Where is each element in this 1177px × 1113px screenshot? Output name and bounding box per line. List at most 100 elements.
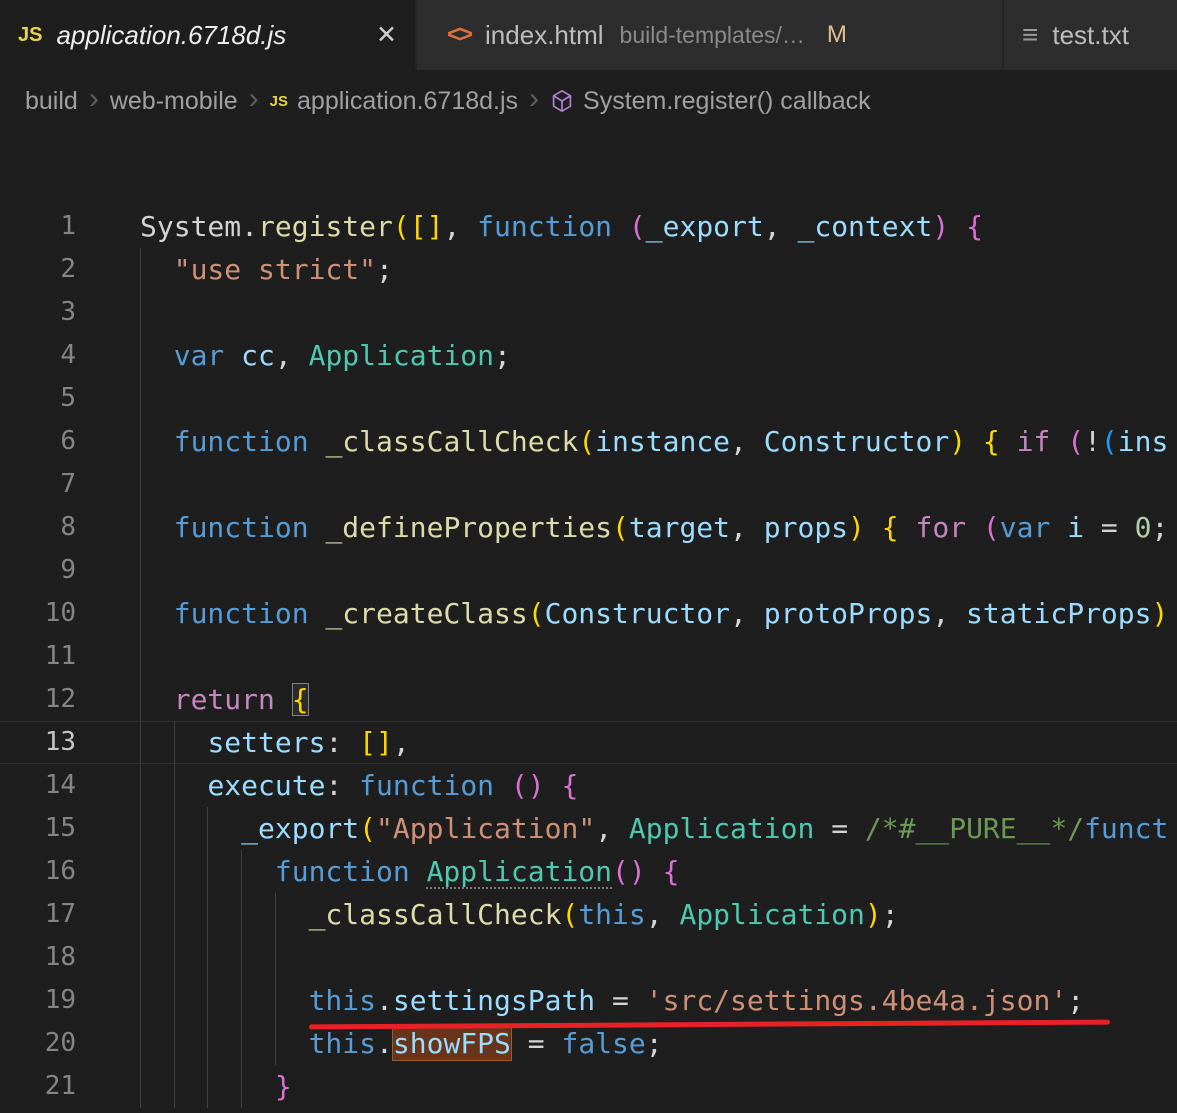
code-text xyxy=(140,463,1177,506)
code-text: _export("Application", Application = /*#… xyxy=(140,807,1177,850)
indent-guide xyxy=(140,850,141,893)
tab-title: index.html xyxy=(485,19,604,50)
code-text: setters: [], xyxy=(140,721,1177,764)
indent-guide xyxy=(140,248,141,291)
code-line[interactable]: 16 function Application() { xyxy=(0,850,1177,893)
indent-guide xyxy=(207,893,209,936)
code-line[interactable]: 2 "use strict"; xyxy=(0,248,1177,291)
indent-guide xyxy=(140,893,141,936)
code-line[interactable]: 9 xyxy=(0,549,1177,592)
indent-guide xyxy=(140,377,141,420)
indent-guide xyxy=(274,893,276,936)
breadcrumb: build › web-mobile › JS application.6718… xyxy=(0,70,1177,132)
breadcrumb-item-build[interactable]: build xyxy=(25,87,78,116)
chevron-right-icon: › xyxy=(248,82,259,115)
symbol-module-icon xyxy=(550,89,574,113)
line-number: 17 xyxy=(44,899,76,929)
code-line[interactable]: 15 _export("Application", Application = … xyxy=(0,807,1177,850)
code-text xyxy=(140,549,1177,592)
chevron-right-icon: › xyxy=(88,82,99,115)
indent-guide xyxy=(140,1022,141,1065)
line-number: 5 xyxy=(60,383,76,413)
tab-description: build-templates/… xyxy=(619,21,805,48)
tab-index-html[interactable]: <> index.html build-templates/… M xyxy=(417,0,1002,70)
code-line[interactable]: 13 setters: [], xyxy=(0,721,1177,764)
line-number: 7 xyxy=(60,469,76,499)
line-number: 21 xyxy=(44,1071,76,1101)
html-file-icon: <> xyxy=(447,21,473,48)
line-number: 12 xyxy=(44,684,76,714)
javascript-file-icon: JS xyxy=(269,92,289,110)
indent-guide xyxy=(140,979,141,1022)
breadcrumb-item-file[interactable]: application.6718d.js xyxy=(297,87,518,116)
code-line[interactable]: 3 xyxy=(0,291,1177,334)
indent-guide xyxy=(207,979,209,1022)
indent-guide xyxy=(207,1065,209,1108)
indent-guide xyxy=(173,1022,175,1065)
indent-guide xyxy=(241,1065,243,1108)
tab-title: test.txt xyxy=(1052,19,1129,50)
indent-guide xyxy=(140,678,141,721)
line-number: 16 xyxy=(44,856,76,886)
code-line[interactable]: 10 function _createClass(Constructor, pr… xyxy=(0,592,1177,635)
line-number: 10 xyxy=(44,598,76,628)
code-line[interactable]: 7 xyxy=(0,463,1177,506)
code-line[interactable]: 17 _classCallCheck(this, Application); xyxy=(0,893,1177,936)
line-number: 19 xyxy=(44,985,76,1015)
line-number: 18 xyxy=(44,942,76,972)
tab-test-txt[interactable]: ≡ test.txt xyxy=(1004,0,1177,70)
indent-guide xyxy=(173,936,175,979)
indent-guide xyxy=(173,1065,175,1108)
code-text: function Application() { xyxy=(140,850,1177,893)
code-text: var cc, Application; xyxy=(140,334,1177,377)
indent-guide xyxy=(140,764,141,807)
tab-bar: JS application.6718d.js ✕ <> index.html … xyxy=(0,0,1177,70)
code-text: System.register([], function (_export, _… xyxy=(140,210,983,243)
code-line[interactable]: 11 xyxy=(0,635,1177,678)
code-text: this.settingsPath = 'src/settings.4be4a.… xyxy=(140,979,1177,1030)
indent-guide xyxy=(207,850,209,893)
tab-application-js[interactable]: JS application.6718d.js ✕ xyxy=(0,0,415,70)
code-text: function _defineProperties(target, props… xyxy=(140,506,1177,549)
text-file-icon: ≡ xyxy=(1022,19,1039,50)
code-text xyxy=(140,377,1177,420)
indent-guide xyxy=(274,936,276,979)
indent-guide xyxy=(207,807,209,850)
indent-guide xyxy=(241,893,243,936)
line-number: 6 xyxy=(60,426,76,456)
code-line[interactable]: 1 System.register([], function (_export, … xyxy=(0,205,1177,248)
indent-guide xyxy=(140,549,141,592)
code-line[interactable]: 21 } xyxy=(0,1065,1177,1108)
indent-guide xyxy=(140,635,141,678)
code-line[interactable]: 4 var cc, Application; xyxy=(0,334,1177,377)
javascript-file-icon: JS xyxy=(18,23,43,46)
code-text: "use strict"; xyxy=(140,248,1177,291)
line-number: 15 xyxy=(44,813,76,843)
indent-guide xyxy=(207,936,209,979)
indent-guide xyxy=(140,506,141,549)
indent-guide xyxy=(173,807,175,850)
line-number: 14 xyxy=(44,770,76,800)
code-line[interactable]: 20 this.showFPS = false; xyxy=(0,1022,1177,1065)
code-line[interactable]: 8 function _defineProperties(target, pro… xyxy=(0,506,1177,549)
indent-guide xyxy=(140,721,141,764)
code-line[interactable]: 14 execute: function () { xyxy=(0,764,1177,807)
code-line[interactable]: 6 function _classCallCheck(instance, Con… xyxy=(0,420,1177,463)
code-line[interactable]: 12 return { xyxy=(0,678,1177,721)
breadcrumb-item-web-mobile[interactable]: web-mobile xyxy=(110,87,238,116)
code-line[interactable]: 5 xyxy=(0,377,1177,420)
code-text: return { xyxy=(140,678,1177,721)
indent-guide xyxy=(274,1022,276,1065)
code-editor[interactable]: 1 System.register([], function (_export, … xyxy=(0,132,1177,1113)
code-text: function _createClass(Constructor, proto… xyxy=(140,592,1177,635)
indent-guide xyxy=(241,1022,243,1065)
indent-guide xyxy=(241,979,243,1022)
close-icon[interactable]: ✕ xyxy=(376,20,397,50)
tab-title: application.6718d.js xyxy=(56,19,287,50)
indent-guide xyxy=(274,979,276,1022)
code-text: this.showFPS = false; xyxy=(140,1022,1177,1065)
indent-guide xyxy=(140,334,141,377)
code-line[interactable]: 19 this.settingsPath = 'src/settings.4be… xyxy=(0,979,1177,1030)
breadcrumb-item-symbol[interactable]: System.register() callback xyxy=(583,87,871,116)
code-line[interactable]: 18 xyxy=(0,936,1177,979)
